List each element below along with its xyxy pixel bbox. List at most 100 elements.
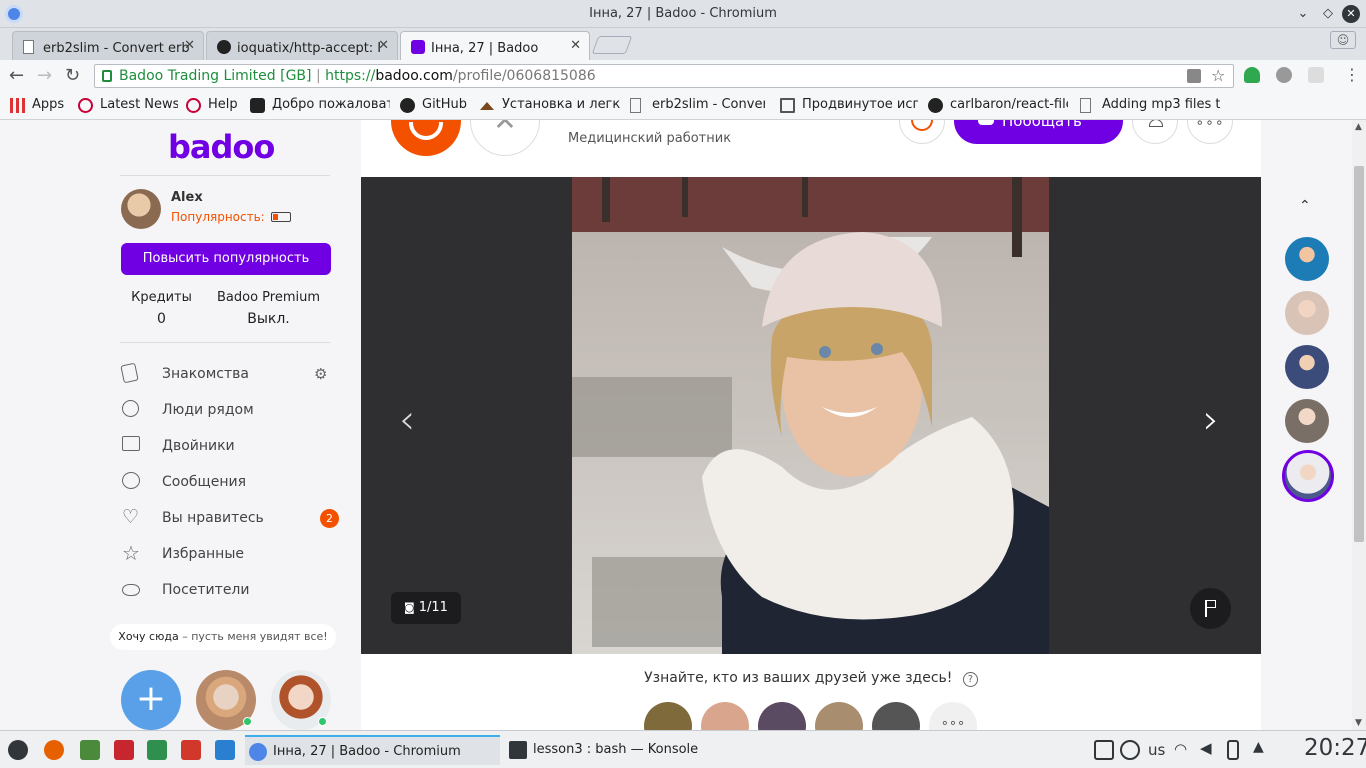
bookmark-apps[interactable]: Apps bbox=[10, 97, 70, 115]
user-avatar[interactable] bbox=[121, 189, 161, 229]
gift-button[interactable] bbox=[899, 120, 945, 144]
task-label: lesson3 : bash — Konsole bbox=[533, 742, 699, 757]
premium-block[interactable]: Badoo Premium Выкл. bbox=[216, 290, 321, 327]
queue-avatar-current[interactable] bbox=[1282, 450, 1334, 502]
boost-popularity-button[interactable]: Повысить популярность bbox=[121, 243, 331, 275]
friend-avatar[interactable] bbox=[815, 702, 863, 730]
user-name[interactable]: Alex bbox=[171, 190, 203, 205]
heart-icon: ♡ bbox=[122, 506, 140, 528]
queue-avatar[interactable] bbox=[1285, 291, 1329, 335]
friend-avatar[interactable] bbox=[701, 702, 749, 730]
friend-avatar[interactable] bbox=[872, 702, 920, 730]
bookmark-star-icon[interactable]: ☆ bbox=[1211, 65, 1225, 87]
extension-icon[interactable] bbox=[1308, 67, 1324, 83]
updates-icon[interactable] bbox=[1120, 740, 1140, 760]
task-konsole[interactable]: lesson3 : bash — Konsole bbox=[505, 735, 760, 765]
menu-item-messages[interactable]: Сообщения bbox=[120, 468, 340, 498]
bookmark-react-file[interactable]: carlbaron/react-file bbox=[928, 97, 1068, 115]
tray-expand-icon[interactable]: ▲ bbox=[1253, 739, 1264, 755]
add-to-spotlight-button[interactable]: + bbox=[121, 670, 181, 730]
keyboard-layout[interactable]: us bbox=[1148, 741, 1165, 759]
more-options-button[interactable]: ∘∘∘ bbox=[1187, 120, 1233, 144]
like-button[interactable] bbox=[391, 120, 461, 156]
clipboard-icon[interactable] bbox=[1094, 740, 1114, 760]
close-tab-icon[interactable]: ✕ bbox=[378, 38, 389, 53]
online-dot-icon bbox=[243, 717, 252, 726]
help-icon[interactable]: ? bbox=[962, 672, 978, 687]
ruby-icon[interactable] bbox=[114, 740, 134, 760]
bookmark-install[interactable]: Установка и легка bbox=[480, 97, 620, 115]
menu-item-favourites[interactable]: ☆ Избранные bbox=[120, 540, 340, 570]
badoo-logo[interactable]: badoo bbox=[168, 128, 275, 166]
url-host: badoo.com bbox=[375, 68, 453, 84]
bookmark-advanced[interactable]: Продвинутое испо bbox=[780, 97, 918, 115]
chat-button[interactable]: Пообщать bbox=[954, 120, 1123, 144]
menu-item-people-nearby[interactable]: Люди рядом bbox=[120, 396, 340, 426]
popularity-label[interactable]: Популярность: bbox=[171, 210, 265, 224]
clock[interactable]: 20:27 bbox=[1304, 735, 1366, 761]
tab-erb2slim[interactable]: erb2slim - Convert erb ✕ bbox=[12, 31, 204, 60]
task-chromium[interactable]: Інна, 27 | Badoo - Chromium bbox=[245, 735, 500, 765]
profile-photo[interactable] bbox=[572, 177, 1049, 654]
scroll-up-icon[interactable]: ⌃ bbox=[1299, 198, 1311, 214]
page-scrollbar[interactable]: ▲ ▼ bbox=[1352, 120, 1366, 730]
scrollbar-thumb[interactable] bbox=[1354, 166, 1364, 542]
tab-label: ioquatix/http-accept: I bbox=[237, 41, 382, 56]
sheets-icon[interactable] bbox=[147, 740, 167, 760]
profile-icon[interactable]: ☺ bbox=[1330, 31, 1356, 49]
navigation-bar: ← → ↻ Badoo Trading Limited [GB] | https… bbox=[0, 60, 1366, 92]
bookmark-welcome[interactable]: Добро пожаловат bbox=[250, 97, 390, 115]
menu-item-visitors[interactable]: Посетители bbox=[120, 576, 340, 606]
kde-launcher-icon[interactable] bbox=[8, 740, 28, 760]
bookmark-erb2slim[interactable]: erb2slim - Convert bbox=[630, 97, 765, 115]
close-window-icon[interactable]: ✕ bbox=[1342, 5, 1360, 23]
doublecmd-icon[interactable] bbox=[181, 740, 201, 760]
bookmark-label: erb2slim - Convert bbox=[652, 97, 765, 112]
previous-photo-icon[interactable]: ‹ bbox=[399, 397, 415, 443]
credits-block[interactable]: Кредиты 0 bbox=[124, 290, 199, 327]
maximize-icon[interactable]: ◇ bbox=[1319, 5, 1337, 23]
queue-avatar[interactable] bbox=[1285, 237, 1329, 281]
forward-icon[interactable]: → bbox=[37, 66, 52, 86]
scroll-down-arrow-icon[interactable]: ▼ bbox=[1355, 718, 1362, 728]
wifi-icon[interactable]: ◠ bbox=[1174, 740, 1187, 758]
close-tab-icon[interactable]: ✕ bbox=[570, 38, 581, 53]
minimize-icon[interactable]: ⌄ bbox=[1294, 5, 1312, 23]
friend-avatar[interactable] bbox=[758, 702, 806, 730]
spotlight-prompt[interactable]: Хочу сюда – пусть меня увидят все! bbox=[110, 624, 336, 650]
menu-icon[interactable]: ⋮ bbox=[1344, 65, 1360, 84]
eye-icon bbox=[122, 584, 140, 596]
queue-avatar[interactable] bbox=[1285, 399, 1329, 443]
translate-icon[interactable] bbox=[1187, 69, 1201, 83]
pass-button[interactable]: ✕ bbox=[470, 120, 540, 156]
new-tab-button[interactable] bbox=[591, 36, 633, 54]
next-photo-icon[interactable]: › bbox=[1203, 397, 1219, 443]
friend-avatar[interactable] bbox=[644, 702, 692, 730]
bookmark-github[interactable]: GitHub bbox=[400, 97, 472, 115]
file-manager-icon[interactable] bbox=[215, 740, 235, 760]
filter-icon[interactable]: ⚙ bbox=[314, 365, 327, 383]
bookmark-help[interactable]: Help bbox=[186, 97, 241, 115]
back-icon[interactable]: ← bbox=[9, 66, 24, 86]
menu-item-encounters[interactable]: Знакомства ⚙ bbox=[120, 360, 340, 390]
reload-icon[interactable]: ↻ bbox=[65, 66, 80, 86]
profile-info-button[interactable] bbox=[1132, 120, 1178, 144]
report-button[interactable] bbox=[1190, 588, 1231, 629]
menu-item-liked-you[interactable]: ♡ Вы нравитесь 2 bbox=[120, 504, 340, 534]
bookmark-latest-news[interactable]: Latest News bbox=[78, 97, 178, 115]
battery-icon[interactable] bbox=[1227, 740, 1239, 760]
more-friends-button[interactable]: ∘∘∘ bbox=[929, 702, 977, 730]
scroll-up-arrow-icon[interactable]: ▲ bbox=[1355, 122, 1362, 132]
tab-badoo[interactable]: Інна, 27 | Badoo ✕ bbox=[400, 31, 590, 60]
menu-item-lookalikes[interactable]: Двойники bbox=[120, 432, 340, 462]
volume-icon[interactable]: ◀ bbox=[1200, 739, 1212, 757]
queue-avatar[interactable] bbox=[1285, 345, 1329, 389]
shield-extension-icon[interactable] bbox=[1244, 67, 1260, 83]
address-bar[interactable]: Badoo Trading Limited [GB] | https://bad… bbox=[94, 64, 1234, 88]
extension-icon[interactable] bbox=[1276, 67, 1292, 83]
close-tab-icon[interactable]: ✕ bbox=[184, 38, 195, 53]
tab-ioquatix[interactable]: ioquatix/http-accept: I ✕ bbox=[206, 31, 398, 60]
firefox-icon[interactable] bbox=[44, 740, 64, 760]
vim-icon[interactable] bbox=[80, 740, 100, 760]
bookmark-adding-mp3[interactable]: Adding mp3 files to bbox=[1080, 97, 1220, 115]
